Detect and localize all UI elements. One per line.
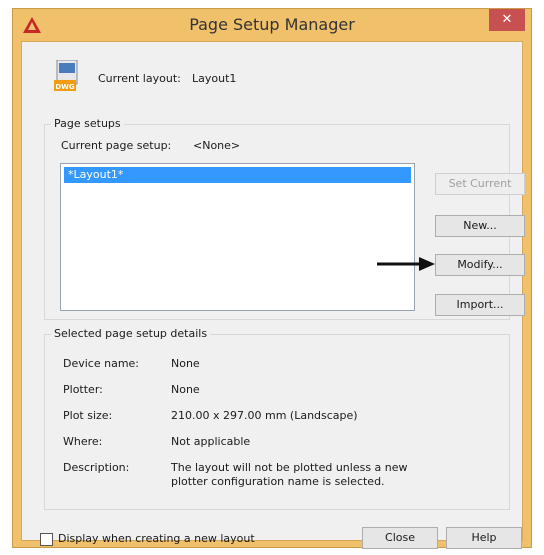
description-value: The layout will not be plotted unless a … [171,461,408,488]
where-value: Not applicable [171,435,251,448]
svg-text:DWG: DWG [55,83,75,91]
page-setup-manager-window: Page Setup Manager ✕ DWG Current layout:… [12,8,532,549]
title-bar[interactable]: Page Setup Manager ✕ [13,9,531,41]
current-page-setup-value: <None> [193,139,241,152]
current-layout-value: Layout1 [192,72,237,85]
dwg-file-icon: DWG [54,60,78,91]
current-page-setup-label: Current page setup: [61,139,172,152]
import-button[interactable]: Import... [435,294,525,316]
plot-size-value: 210.00 x 297.00 mm (Landscape) [171,409,358,422]
help-button[interactable]: Help [446,527,522,549]
display-on-new-layout-checkbox[interactable] [40,533,53,546]
page-setups-group: Page setups Current page setup: <None> *… [44,117,525,320]
page-setups-list[interactable]: *Layout1* [60,163,415,311]
plot-size-label: Plot size: [63,409,113,422]
window-title: Page Setup Manager [189,15,355,34]
plotter-value: None [171,383,200,396]
list-item[interactable]: *Layout1* [64,167,411,183]
description-label: Description: [63,461,130,474]
close-button[interactable]: Close [362,527,438,549]
where-label: Where: [63,435,103,448]
device-name-label: Device name: [63,357,140,370]
current-layout-label: Current layout: [98,72,181,85]
display-on-new-layout-label[interactable]: Display when creating a new layout [58,532,255,545]
plotter-label: Plotter: [63,383,103,396]
right-arrow-icon [377,257,435,271]
dialog-body: DWG Current layout: Layout1 Page setups … [21,41,525,549]
close-window-button[interactable]: ✕ [489,9,525,31]
new-button[interactable]: New... [435,215,525,237]
details-group-title: Selected page setup details [51,327,211,340]
device-name-value: None [171,357,200,370]
modify-button[interactable]: Modify... [435,254,525,276]
set-current-button[interactable]: Set Current [435,173,525,195]
page-setup-details-group: Selected page setup details Device name:… [44,327,510,510]
page-setups-group-title: Page setups [51,117,124,130]
